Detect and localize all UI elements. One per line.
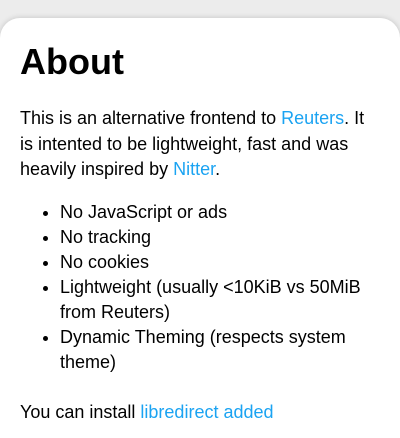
reuters-link[interactable]: Reuters	[281, 108, 344, 128]
nitter-link[interactable]: Nitter	[173, 159, 215, 179]
list-item: No cookies	[60, 250, 400, 275]
footer-paragraph: You can install libredirect added	[20, 400, 274, 425]
list-item: Dynamic Theming (respects system theme)	[60, 325, 400, 375]
list-item: No JavaScript or ads	[60, 200, 400, 225]
page-title: About	[20, 41, 124, 82]
intro-paragraph: This is an alternative frontend to Reute…	[20, 106, 380, 183]
intro-text-1: This is an alternative frontend to	[20, 108, 282, 128]
about-card: About This is an alternative frontend to…	[0, 18, 400, 438]
feature-list: No JavaScript or ads No tracking No cook…	[20, 200, 400, 375]
list-item: Lightweight (usually <10KiB vs 50MiB fro…	[60, 275, 400, 325]
libredirect-link[interactable]: libredirect added	[140, 402, 273, 422]
list-item: No tracking	[60, 225, 400, 250]
footer-text: You can install	[20, 402, 141, 422]
intro-text-3: .	[215, 159, 221, 179]
